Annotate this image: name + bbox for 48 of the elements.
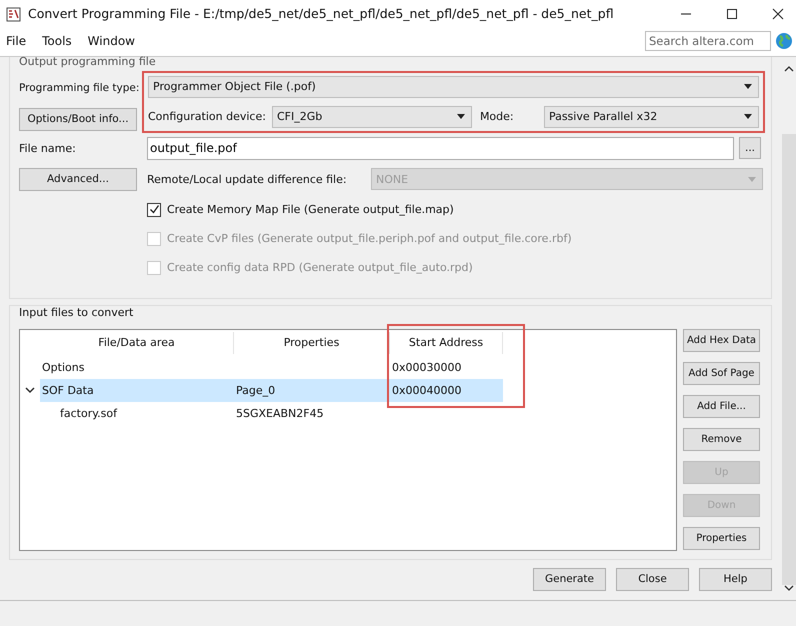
globe-icon[interactable] (775, 32, 793, 50)
table-cell: factory.sof (60, 406, 117, 420)
mode-dropdown[interactable]: Passive Parallel x32 (544, 106, 759, 128)
column-header[interactable]: Start Address (390, 332, 503, 354)
column-header[interactable]: File/Data area (40, 332, 234, 354)
menu-item[interactable]: File (6, 34, 26, 48)
table-cell: SOF Data (42, 384, 94, 397)
dialog-button[interactable]: Generate (533, 568, 606, 591)
table-cell: 0x00030000 (392, 360, 462, 374)
table-row[interactable]: SOF Data Page_0 0x00040000 (40, 378, 503, 402)
chevron-down-icon[interactable] (25, 386, 35, 394)
field-label: Configuration device: (148, 110, 266, 124)
close-icon[interactable] (772, 8, 784, 20)
field-label: File name: (19, 142, 77, 155)
advanced-button[interactable]: Advanced... (19, 168, 137, 191)
window-title: Convert Programming File - E:/tmp/de5_net/de5_net_pfl/de5_net_pfl/de5_net_pfl - de5_net_pfl (28, 6, 614, 22)
action-button[interactable]: Remove (683, 428, 760, 451)
checkbox-option[interactable]: Create Memory Map File (Generate output_file.map) (147, 200, 763, 220)
menu-item[interactable]: Window (88, 34, 135, 48)
column-header[interactable]: Properties (234, 332, 390, 354)
device-dropdown[interactable]: CFI_2Gb (272, 106, 472, 128)
action-button[interactable]: Add Sof Page (683, 362, 760, 385)
search-field[interactable]: Search altera.com (645, 31, 771, 52)
dialog-button[interactable]: Help (699, 568, 772, 591)
table-row[interactable]: Options 0x00030000 (40, 356, 503, 379)
field-label: Mode: (480, 110, 515, 124)
app-icon (6, 6, 22, 22)
table-cell: 5SGXEABN2F45 (236, 406, 324, 420)
browse-button[interactable]: ... (739, 137, 761, 160)
options-button[interactable]: Options/Boot info... (19, 108, 137, 131)
table-cell: 0x00040000 (392, 384, 462, 397)
scroll-up-icon[interactable] (784, 64, 794, 72)
maximize-icon[interactable] (726, 8, 738, 20)
action-button[interactable]: Properties (683, 526, 760, 550)
file-name-field[interactable]: output_file.pof (147, 136, 734, 160)
checkbox[interactable] (147, 202, 161, 217)
dialog-button[interactable]: Close (616, 568, 689, 591)
action-button[interactable]: Add File... (683, 394, 760, 418)
action-button[interactable]: Add Hex Data (683, 328, 760, 352)
scroll-down-icon[interactable] (784, 584, 794, 592)
table-cell: Page_0 (236, 384, 276, 397)
field-label: Remote/Local update difference file: (147, 172, 348, 186)
table-cell: Options (42, 360, 84, 374)
group-title: Output programming file (19, 56, 157, 67)
field-label: Programming file type: (19, 82, 140, 94)
file-type-dropdown[interactable]: Programmer Object File (.pof) (148, 76, 759, 98)
group-title: Input files to convert (19, 306, 134, 320)
menu-item[interactable]: Tools (42, 34, 72, 48)
